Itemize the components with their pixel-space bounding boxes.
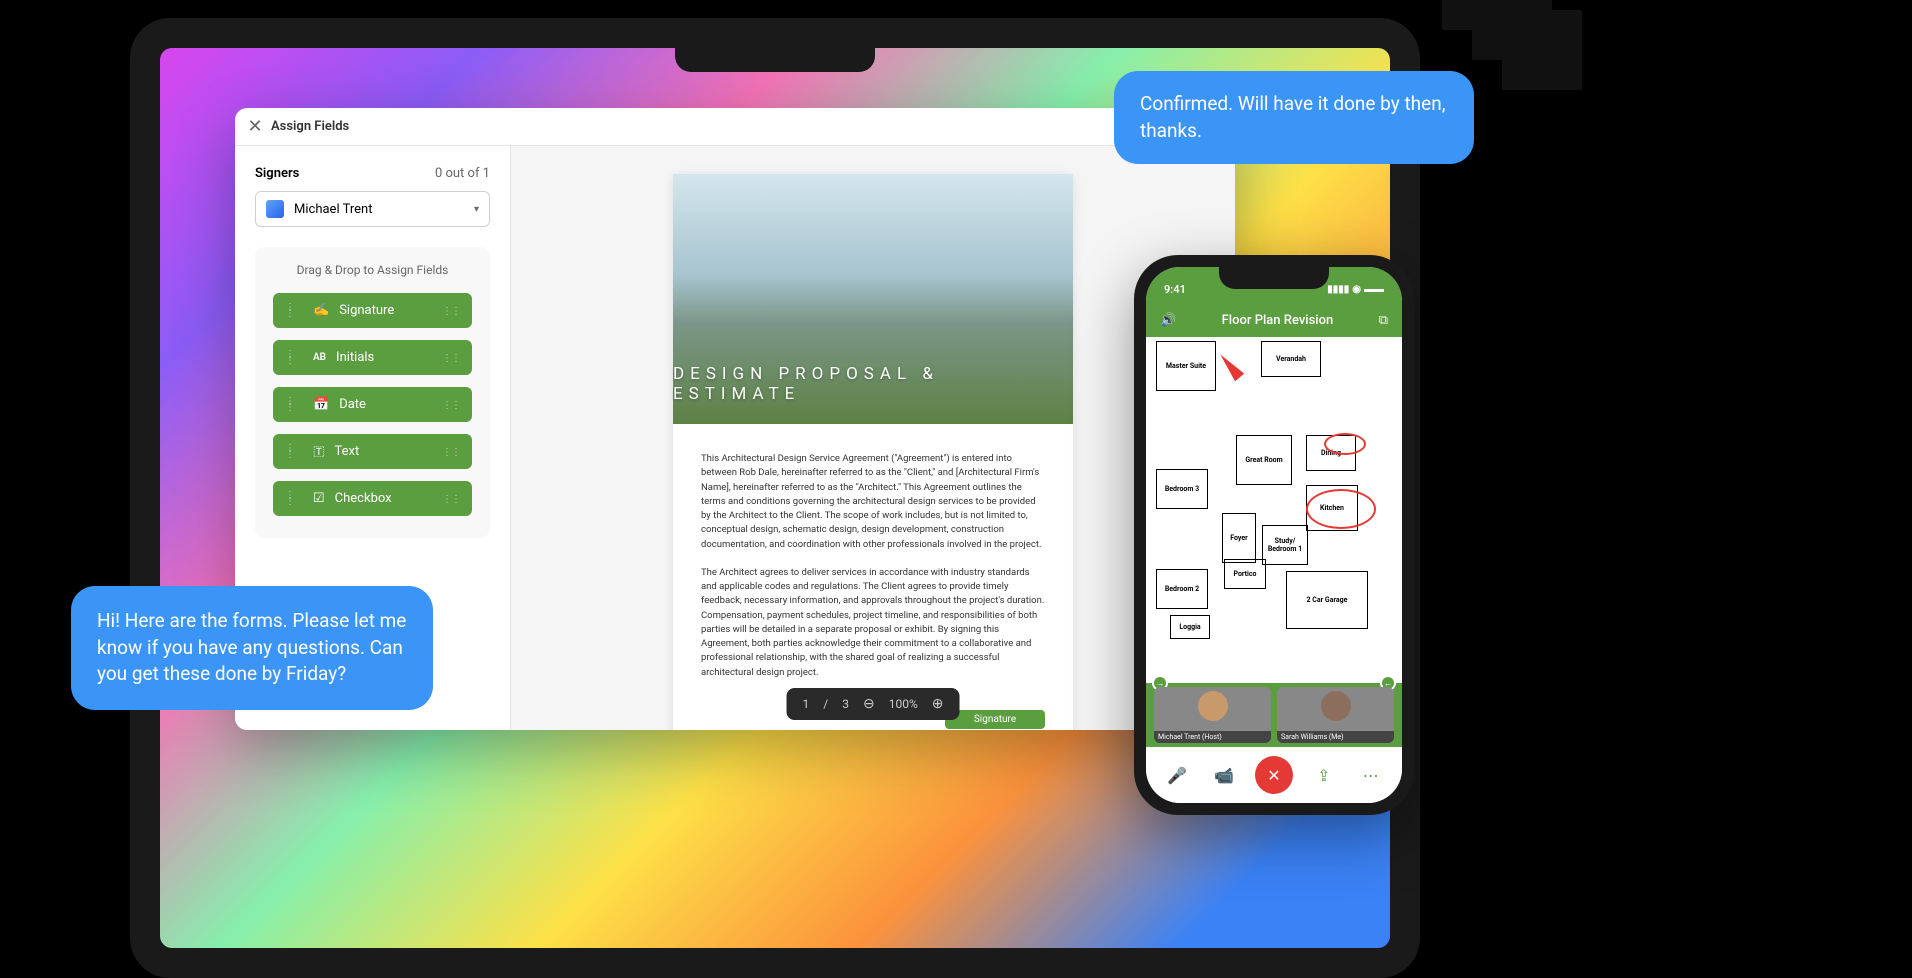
- drag-handle-icon: [285, 353, 295, 363]
- pip-icon[interactable]: ⧉: [1379, 313, 1388, 328]
- placeholder-signature[interactable]: Signature: [945, 710, 1045, 729]
- field-label: Initials: [336, 350, 374, 365]
- drag-handle-icon: [442, 350, 460, 365]
- calendar-icon: 📅: [313, 397, 329, 412]
- drag-handle-icon: [442, 303, 460, 318]
- iphone-device-frame: 9:41 ▮▮▮▮ ◉ ▬▬ 🔊 Floor Plan Revision ⧉ M…: [1134, 255, 1414, 815]
- room-label: Great Room: [1245, 456, 1282, 464]
- chat-bubble-reply: Confirmed. Will have it done by then, th…: [1114, 71, 1474, 164]
- mic-icon[interactable]: 🎤: [1161, 759, 1193, 791]
- document-hero-image: DESIGN PROPOSAL & ESTIMATE: [673, 174, 1073, 424]
- iphone-notch: [1219, 267, 1329, 289]
- volume-icon[interactable]: 🔊: [1160, 313, 1176, 328]
- initials-icon: AB: [313, 352, 326, 363]
- document-hero-title: DESIGN PROPOSAL & ESTIMATE: [673, 364, 1073, 404]
- drag-handle-icon: [442, 397, 460, 412]
- field-label: Date: [339, 397, 366, 412]
- room-label: Study/ Bedroom 1: [1263, 537, 1307, 553]
- participant-name: Sarah Williams (Me): [1277, 731, 1394, 743]
- checkbox-icon: ☑: [313, 491, 325, 506]
- app-header: ✕ Assign Fields Back: [235, 108, 1235, 146]
- signer-dropdown[interactable]: Michael Trent ▾: [255, 191, 490, 227]
- room-label: Foyer: [1230, 534, 1248, 542]
- room-label: Master Suite: [1166, 362, 1206, 370]
- status-indicators: ▮▮▮▮ ◉ ▬▬: [1327, 284, 1384, 295]
- drag-handle-icon: [285, 447, 295, 457]
- chevron-down-icon: ▾: [474, 204, 479, 215]
- field-text[interactable]: 🇹 Text: [273, 434, 472, 469]
- wifi-icon: ◉: [1352, 284, 1361, 295]
- drag-handle-icon: [285, 306, 295, 316]
- annotation-circle: [1324, 433, 1366, 455]
- page-current: 1: [803, 697, 810, 711]
- zoom-in-icon[interactable]: ⊕: [932, 696, 944, 712]
- room-label: Portico: [1234, 570, 1257, 578]
- signers-header: Signers 0 out of 1: [255, 166, 490, 181]
- battery-icon: ▬▬: [1364, 284, 1384, 295]
- status-time: 9:41: [1164, 283, 1186, 296]
- document-paragraph: The Architect agrees to deliver services…: [701, 566, 1045, 680]
- call-controls: 🎤 📹 ✕ ⇪ ⋯: [1146, 747, 1402, 803]
- participant-tile[interactable]: Sarah Williams (Me): [1277, 687, 1394, 743]
- fields-panel-title: Drag & Drop to Assign Fields: [273, 263, 472, 277]
- annotation-circle: [1306, 489, 1376, 529]
- field-initials[interactable]: AB Initials: [273, 340, 472, 375]
- window-title: Assign Fields: [271, 119, 349, 134]
- drag-handle-icon: [285, 494, 295, 504]
- signer-name: Michael Trent: [294, 202, 474, 217]
- document-page: DESIGN PROPOSAL & ESTIMATE This Architec…: [673, 174, 1073, 730]
- zoom-level: 100%: [889, 697, 918, 711]
- end-call-button[interactable]: ✕: [1255, 756, 1293, 794]
- drag-handle-icon: [442, 444, 460, 459]
- ipad-notch: [675, 48, 875, 72]
- participant-video: [1198, 691, 1228, 721]
- annotation-arrow: [1216, 351, 1244, 382]
- document-area[interactable]: DESIGN PROPOSAL & ESTIMATE This Architec…: [511, 146, 1235, 730]
- more-icon[interactable]: ⋯: [1355, 759, 1387, 791]
- field-date[interactable]: 📅 Date: [273, 387, 472, 422]
- field-label: Signature: [339, 303, 394, 318]
- signature-icon: ✍: [313, 303, 329, 318]
- call-participants: Michael Trent (Host) Sarah Williams (Me): [1146, 683, 1402, 747]
- room-label: Bedroom 2: [1165, 585, 1199, 593]
- document-paragraph: This Architectural Design Service Agreem…: [701, 452, 1045, 552]
- fields-panel: Drag & Drop to Assign Fields ✍ Signature…: [255, 247, 490, 538]
- avatar: [266, 200, 284, 218]
- floorplan-shared-content[interactable]: Master Suite Verandah Great Room Dining …: [1146, 337, 1402, 683]
- drag-handle-icon: [285, 400, 295, 410]
- call-header: 🔊 Floor Plan Revision ⧉: [1146, 307, 1402, 337]
- text-icon: 🇹: [313, 444, 325, 459]
- participant-tile[interactable]: Michael Trent (Host): [1154, 687, 1271, 743]
- page-total: 3: [842, 697, 849, 711]
- close-icon[interactable]: ✕: [247, 119, 263, 135]
- chat-bubble-send: Hi! Here are the forms. Please let me kn…: [71, 586, 433, 710]
- field-signature[interactable]: ✍ Signature: [273, 293, 472, 328]
- document-body: This Architectural Design Service Agreem…: [673, 424, 1073, 710]
- signers-label: Signers: [255, 166, 299, 181]
- zoom-out-icon[interactable]: ⊖: [863, 696, 875, 712]
- field-checkbox[interactable]: ☑ Checkbox: [273, 481, 472, 516]
- page-separator: /: [823, 697, 828, 711]
- field-label: Checkbox: [335, 491, 392, 506]
- drag-handle-icon: [442, 491, 460, 506]
- field-label: Text: [335, 444, 360, 459]
- call-title: Floor Plan Revision: [1222, 313, 1334, 328]
- room-label: Loggia: [1179, 623, 1200, 631]
- camera-icon[interactable]: 📹: [1208, 759, 1240, 791]
- signers-count: 0 out of 1: [435, 166, 490, 181]
- signal-icon: ▮▮▮▮: [1327, 284, 1349, 295]
- zoom-toolbar: 1 / 3 ⊖ 100% ⊕: [787, 688, 960, 720]
- participant-name: Michael Trent (Host): [1154, 731, 1271, 743]
- room-label: Bedroom 3: [1165, 485, 1199, 493]
- room-label: 2 Car Garage: [1307, 596, 1348, 604]
- room-label: Verandah: [1276, 355, 1306, 363]
- share-screen-icon[interactable]: ⇪: [1308, 759, 1340, 791]
- participant-video: [1321, 691, 1351, 721]
- iphone-screen: 9:41 ▮▮▮▮ ◉ ▬▬ 🔊 Floor Plan Revision ⧉ M…: [1146, 267, 1402, 803]
